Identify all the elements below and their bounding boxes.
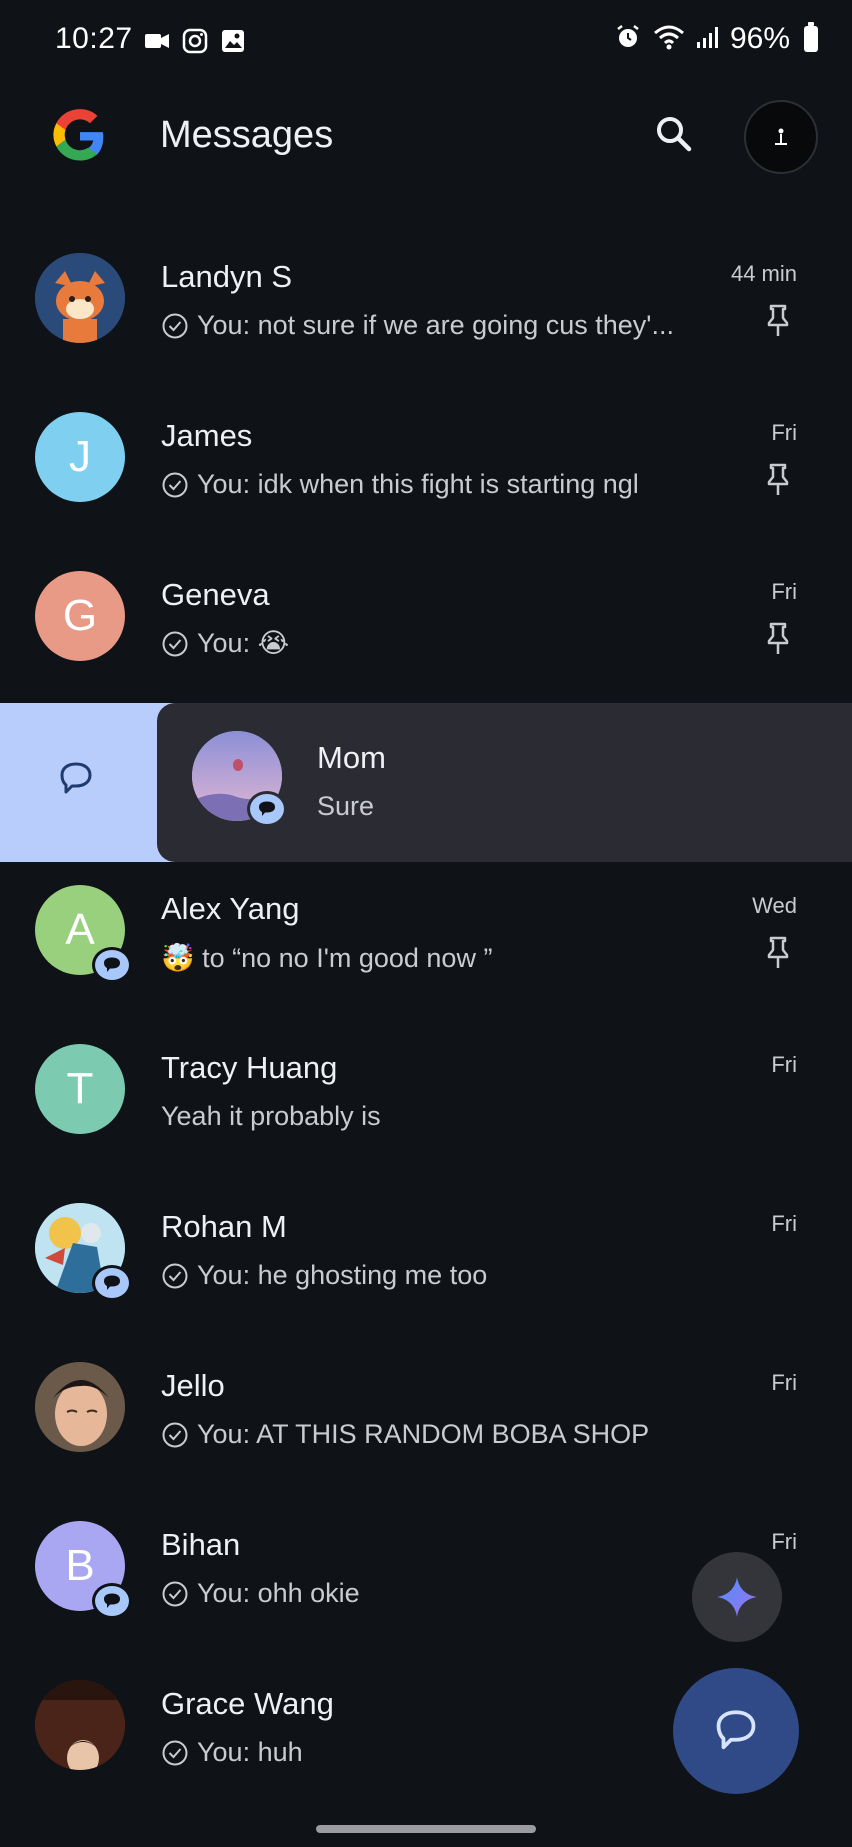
status-bar: 10:27 96% [0, 0, 852, 84]
avatar-initial: B [65, 1541, 95, 1590]
snippet-text: You: 😭 [197, 628, 290, 658]
contact-name: Rohan M [161, 1209, 287, 1244]
search-button[interactable] [646, 106, 702, 162]
contact-name: Grace Wang [161, 1686, 334, 1721]
account-icon [775, 128, 787, 145]
conversation-row[interactable]: Jello You: AT THIS RANDOM BOBA SHOP Fri [0, 1344, 852, 1503]
instagram-icon [181, 27, 209, 55]
status-time: 10:27 [55, 22, 133, 55]
message-snippet: Sure [317, 791, 374, 822]
message-snippet: You: not sure if we are going cus they'.… [161, 310, 674, 341]
contact-name: Geneva [161, 577, 270, 612]
avatar: J [35, 412, 125, 502]
conversation-row-swiped[interactable]: Mom Sure [157, 703, 852, 862]
snippet-text: 🤯 to “no no I'm good now ” [161, 943, 493, 973]
conversation-row[interactable]: J James You: idk when this fight is star… [0, 394, 852, 553]
notification-icons [143, 27, 247, 55]
timestamp: Fri [771, 420, 797, 445]
avatar [35, 1362, 125, 1452]
snippet-text: You: he ghosting me too [197, 1260, 488, 1290]
gemini-sparkle-icon [717, 1577, 757, 1617]
start-chat-button[interactable] [673, 1668, 799, 1794]
conversation-row[interactable]: G Geneva You: 😭 Fri [0, 553, 852, 712]
contact-name: James [161, 418, 253, 453]
search-icon [657, 117, 692, 152]
wifi-icon [652, 23, 686, 56]
avatar [35, 253, 125, 343]
avatar-initial: G [62, 591, 98, 640]
timestamp: Fri [771, 579, 797, 604]
video-icon [143, 27, 171, 55]
contact-name: Alex Yang [161, 891, 300, 926]
snippet-text: You: ohh okie [197, 1578, 360, 1608]
timestamp: Fri [771, 1211, 797, 1236]
gallery-icon [219, 27, 247, 55]
avatar: T [35, 1044, 125, 1134]
message-snippet: You: AT THIS RANDOM BOBA SHOP [161, 1419, 649, 1450]
conversation-row[interactable]: A Alex Yang 🤯 to “no no I'm good now ” W… [0, 867, 852, 1026]
alarm-icon [614, 23, 642, 56]
avatar [35, 1680, 125, 1770]
snippet-text: Yeah it probably is [161, 1101, 381, 1131]
check-circle-icon [162, 1581, 188, 1606]
chat-badge-icon [92, 1265, 132, 1301]
timestamp: Wed [752, 893, 797, 918]
message-snippet: Yeah it probably is [161, 1101, 381, 1132]
message-snippet: You: idk when this fight is starting ngl [161, 469, 639, 500]
conversation-row[interactable]: Rohan M You: he ghosting me too Fri [0, 1185, 852, 1344]
chat-badge-icon [92, 1583, 132, 1619]
conversation-row[interactable]: T Tracy Huang Yeah it probably is Fri [0, 1026, 852, 1185]
app-title: Messages [160, 114, 334, 156]
pin-icon [767, 936, 789, 968]
avatar-initial: A [65, 905, 95, 954]
system-status-icons: 96% [614, 22, 818, 56]
account-button[interactable] [744, 100, 818, 174]
avatar-initial: T [66, 1064, 94, 1113]
timestamp: Fri [771, 1529, 797, 1554]
message-snippet: You: huh [161, 1737, 303, 1768]
chat-badge-icon [247, 791, 287, 827]
snippet-text: Sure [317, 791, 375, 821]
timestamp: 44 min [730, 261, 797, 286]
contact-name: Tracy Huang [161, 1050, 338, 1085]
avatar: G [35, 571, 125, 661]
gemini-button[interactable] [692, 1552, 782, 1642]
message-snippet: You: ohh okie [161, 1578, 360, 1609]
chat-badge-icon [92, 947, 132, 983]
chat-bubble-icon [60, 762, 92, 794]
pin-icon [767, 463, 789, 495]
contact-name: Mom [317, 740, 386, 775]
snippet-text: You: not sure if we are going cus they'.… [197, 310, 674, 340]
contact-name: Landyn S [161, 259, 292, 294]
timestamp: Fri [771, 1052, 797, 1077]
check-circle-icon [162, 1263, 188, 1288]
conversation-row[interactable]: Landyn S You: not sure if we are going c… [0, 235, 852, 394]
contact-name: Jello [161, 1368, 225, 1403]
google-logo-icon [52, 108, 108, 164]
pin-icon [767, 304, 789, 336]
check-circle-icon [162, 1740, 188, 1765]
message-snippet: You: he ghosting me too [161, 1260, 487, 1291]
timestamp: Fri [771, 1370, 797, 1395]
signal-icon [696, 25, 720, 54]
check-circle-icon [162, 472, 188, 497]
snippet-text: You: idk when this fight is starting ngl [197, 469, 639, 499]
snippet-text: You: huh [197, 1737, 303, 1767]
snippet-text: You: AT THIS RANDOM BOBA SHOP [197, 1419, 650, 1449]
check-circle-icon [162, 313, 188, 338]
avatar-initial: J [69, 432, 91, 481]
battery-icon [804, 22, 818, 52]
app-bar: Messages [0, 84, 852, 194]
message-snippet: 🤯 to “no no I'm good now ” [161, 942, 492, 974]
battery-percent: 96% [729, 22, 790, 55]
navigation-handle[interactable] [316, 1825, 536, 1833]
message-snippet: You: 😭 [161, 628, 289, 659]
pin-icon [767, 622, 789, 654]
contact-name: Bihan [161, 1527, 241, 1562]
chat-bubble-icon [716, 1710, 756, 1750]
check-circle-icon [162, 631, 188, 656]
check-circle-icon [162, 1422, 188, 1447]
